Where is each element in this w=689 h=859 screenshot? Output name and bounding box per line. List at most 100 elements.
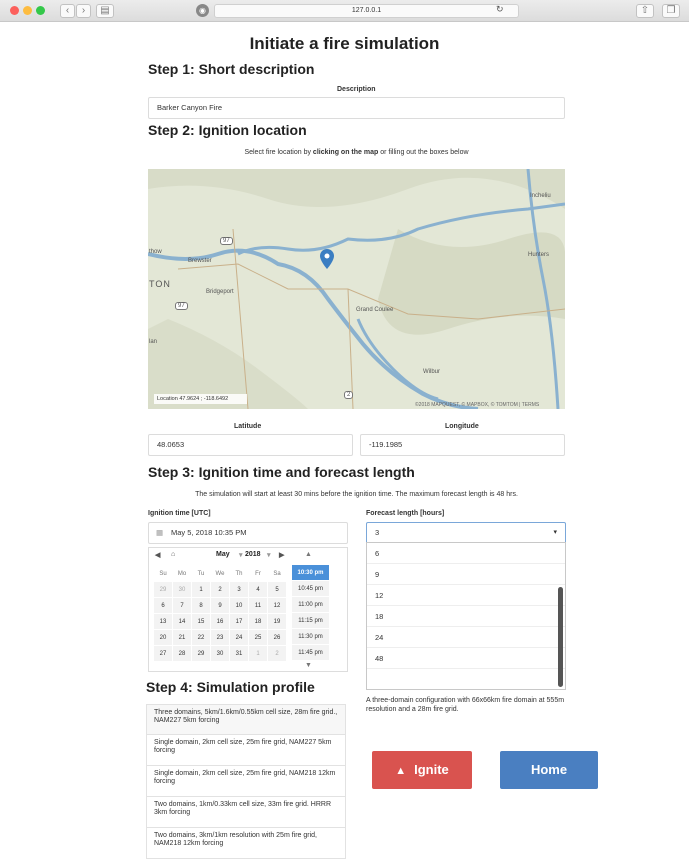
minimize-window-button[interactable] [23, 6, 32, 15]
map-label-thow: thow [149, 249, 162, 255]
next-month-icon[interactable]: ▶ [279, 551, 284, 559]
calendar-day[interactable]: 25 [248, 629, 268, 646]
calendar-day[interactable]: 13 [153, 613, 173, 630]
profile-option[interactable]: Single domain, 2km cell size, 25m fire g… [146, 735, 346, 766]
map-label-incheliu: Incheliu [530, 193, 551, 199]
location-pin-icon[interactable] [320, 249, 334, 269]
time-option-selected[interactable]: 10:30 pm [292, 565, 329, 581]
calendar-day[interactable]: 20 [153, 629, 173, 646]
home-button[interactable]: Home [500, 751, 598, 789]
calendar-day[interactable]: 27 [153, 645, 173, 662]
calendar-day[interactable]: 30 [172, 581, 192, 598]
calendar-day[interactable]: 30 [210, 645, 230, 662]
location-readout: Location 47.9624 ; -118.6492 [154, 394, 247, 404]
calendar-day[interactable]: 26 [267, 629, 287, 646]
calendar-day[interactable]: 18 [248, 613, 268, 630]
calendar-day[interactable]: 24 [229, 629, 249, 646]
calendar-day[interactable]: 1 [191, 581, 211, 598]
ignition-time-input[interactable]: ▦ May 5, 2018 10:35 PM [148, 522, 348, 544]
profile-option-selected[interactable]: Three domains, 5km/1.6km/0.55km cell siz… [146, 704, 346, 735]
map-instruction-post: or filling out the boxes below [378, 149, 469, 156]
forecast-option[interactable]: 24 [367, 627, 565, 648]
calendar-day[interactable]: 23 [210, 629, 230, 646]
close-window-button[interactable] [10, 6, 19, 15]
calendar-day[interactable]: 29 [153, 581, 173, 598]
step3-note: The simulation will start at least 30 mi… [195, 491, 518, 498]
calendar-day[interactable]: 21 [172, 629, 192, 646]
ignition-map[interactable]: Incheliu Brewster Bridgeport Grand Coule… [148, 169, 565, 409]
profile-option[interactable]: Single domain, 2km cell size, 25m fire g… [146, 766, 346, 797]
sidebar-icon[interactable]: ▤ [96, 4, 114, 18]
ignite-button[interactable]: ▲ Ignite [372, 751, 472, 789]
forecast-length-label: Forecast length [hours] [366, 510, 445, 517]
calendar-day[interactable]: 19 [267, 613, 287, 630]
calendar-day[interactable]: 31 [229, 645, 249, 662]
time-list: 10:30 pm 10:45 pm 11:00 pm 11:15 pm 11:3… [292, 565, 329, 661]
calendar-day[interactable]: 10 [229, 597, 249, 614]
address-bar[interactable]: 127.0.0.1 [214, 4, 519, 18]
month-caret-icon[interactable]: ▾ [239, 551, 243, 559]
map-label-brewster: Brewster [188, 258, 212, 264]
longitude-label: Longitude [445, 423, 479, 430]
calendar-day[interactable]: 5 [267, 581, 287, 598]
tabs-icon[interactable]: ❐ [662, 4, 680, 18]
calendar-day[interactable]: 28 [172, 645, 192, 662]
browser-toolbar: ‹ › ▤ ◉ 127.0.0.1 ↻ ⇧ ❐ [0, 0, 689, 22]
forecast-option[interactable]: 9 [367, 564, 565, 585]
calendar-day[interactable]: 14 [172, 613, 192, 630]
calendar-day[interactable]: 1 [248, 645, 268, 662]
weekday-header: Sa [267, 565, 287, 582]
calendar-day[interactable]: 6 [153, 597, 173, 614]
year-select[interactable]: 2018 [245, 551, 261, 558]
forecast-option[interactable]: 48 [367, 648, 565, 669]
calendar-day[interactable]: 8 [191, 597, 211, 614]
forecast-option[interactable]: 6 [367, 543, 565, 564]
calendar-day[interactable]: 9 [210, 597, 230, 614]
calendar-day[interactable]: 29 [191, 645, 211, 662]
profile-option[interactable]: Two domains, 3km/1km resolution with 25m… [146, 828, 346, 859]
description-input[interactable]: Barker Canyon Fire [148, 97, 565, 119]
forecast-length-select[interactable]: 3 ▾ [366, 522, 566, 544]
calendar-day[interactable]: 4 [248, 581, 268, 598]
share-icon[interactable]: ⇧ [636, 4, 654, 18]
calendar-day[interactable]: 2 [267, 645, 287, 662]
month-select[interactable]: May [216, 551, 230, 558]
back-icon[interactable]: ‹ [60, 4, 75, 18]
time-scroll-down-icon[interactable]: ▼ [305, 662, 312, 669]
calendar-day[interactable]: 22 [191, 629, 211, 646]
profile-description: A three-domain configuration with 66x66k… [366, 697, 565, 713]
calendar-day[interactable]: 17 [229, 613, 249, 630]
home-icon[interactable]: ⌂ [171, 551, 175, 558]
time-option[interactable]: 11:30 pm [292, 629, 329, 645]
prev-month-icon[interactable]: ◀ [155, 551, 160, 559]
dropdown-caret-icon: ▾ [553, 529, 557, 536]
profile-option[interactable]: Two domains, 1km/0.33km cell size, 33m f… [146, 797, 346, 828]
time-option[interactable]: 11:15 pm [292, 613, 329, 629]
map-attribution[interactable]: ©2018 MAPQUEST, © MAPBOX, © TOMTOM | TER… [415, 402, 539, 408]
calendar-day[interactable]: 3 [229, 581, 249, 598]
longitude-input[interactable]: -119.1985 [360, 434, 565, 456]
step2-heading: Step 2: Ignition location [148, 122, 307, 138]
time-option[interactable]: 11:00 pm [292, 597, 329, 613]
reload-icon[interactable]: ↻ [496, 4, 504, 15]
calendar-day[interactable]: 11 [248, 597, 268, 614]
calendar-day[interactable]: 2 [210, 581, 230, 598]
forward-icon[interactable]: › [76, 4, 91, 18]
map-instruction-bold: clicking on the map [312, 149, 379, 156]
time-scroll-up-icon[interactable]: ▲ [305, 551, 312, 558]
privacy-icon[interactable]: ◉ [196, 4, 209, 17]
year-caret-icon[interactable]: ▾ [267, 551, 271, 559]
map-label-wilbur: Wilbur [423, 369, 441, 375]
calendar-day[interactable]: 12 [267, 597, 287, 614]
page-title: Initiate a fire simulation [249, 34, 440, 53]
calendar-day[interactable]: 7 [172, 597, 192, 614]
forecast-option[interactable]: 18 [367, 606, 565, 627]
zoom-window-button[interactable] [36, 6, 45, 15]
time-option[interactable]: 11:45 pm [292, 645, 329, 661]
calendar-day[interactable]: 15 [191, 613, 211, 630]
dropdown-scrollbar[interactable] [558, 587, 563, 687]
calendar-day[interactable]: 16 [210, 613, 230, 630]
latitude-input[interactable]: 48.0653 [148, 434, 353, 456]
time-option[interactable]: 10:45 pm [292, 581, 329, 597]
forecast-option[interactable]: 12 [367, 585, 565, 606]
